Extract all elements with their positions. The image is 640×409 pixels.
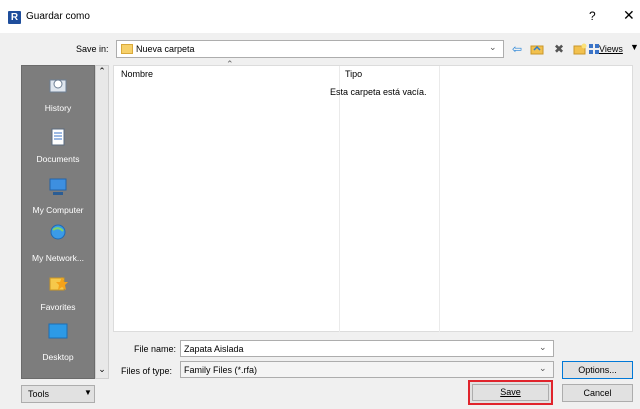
place-history-label[interactable]: History: [21, 103, 95, 113]
title-bar: [0, 0, 640, 33]
views-dropdown-arrow-icon[interactable]: ▼: [630, 42, 639, 52]
tools-button-label[interactable]: Tools: [28, 389, 49, 399]
folder-icon: [121, 44, 133, 54]
file-type-dropdown[interactable]: Family Files (*.rfa): [180, 361, 554, 378]
column-header-nombre[interactable]: Nombre: [121, 69, 153, 79]
history-icon[interactable]: [47, 76, 69, 94]
close-button[interactable]: ✕: [623, 7, 635, 24]
file-type-dropdown-icon[interactable]: ⌄: [539, 363, 547, 374]
delete-icon[interactable]: ✖: [550, 40, 568, 58]
sort-ascending-icon: ⌃: [226, 59, 234, 69]
tools-dropdown-icon[interactable]: ▼: [84, 388, 92, 397]
chevron-down-icon[interactable]: ⌄: [489, 42, 497, 53]
file-type-label: Files of type:: [121, 366, 173, 376]
window-title: Guardar como: [26, 11, 90, 22]
save-button[interactable]: Save: [472, 384, 549, 401]
column-divider: [339, 66, 340, 332]
column-header-tipo[interactable]: Tipo: [345, 69, 362, 79]
computer-icon[interactable]: [47, 178, 69, 196]
scroll-down-icon[interactable]: ⌄: [95, 364, 109, 375]
place-favorites-label[interactable]: Favorites: [21, 302, 95, 312]
place-documents-label[interactable]: Documents: [21, 154, 95, 164]
up-folder-icon[interactable]: [528, 40, 546, 58]
options-button[interactable]: Options...: [562, 361, 633, 379]
file-list[interactable]: [113, 65, 633, 332]
file-name-input[interactable]: Zapata Aislada: [180, 340, 554, 357]
file-name-dropdown-icon[interactable]: ⌄: [539, 342, 547, 353]
revit-app-icon: R: [8, 11, 21, 24]
place-my-network-label[interactable]: My Network...: [21, 253, 95, 263]
documents-icon[interactable]: [47, 128, 69, 146]
help-button[interactable]: ?: [589, 9, 596, 23]
save-in-value: Nueva carpeta: [136, 44, 195, 54]
save-in-label: Save in:: [76, 44, 109, 54]
column-divider: [439, 66, 440, 332]
views-menu-label[interactable]: Views: [599, 44, 623, 54]
back-icon[interactable]: ⇦: [508, 40, 526, 58]
scroll-up-icon[interactable]: ⌃: [95, 66, 109, 77]
network-icon[interactable]: [47, 223, 69, 241]
cancel-button[interactable]: Cancel: [562, 384, 633, 402]
empty-folder-message: Esta carpeta está vacía.: [330, 87, 427, 97]
favorites-icon[interactable]: [47, 274, 69, 292]
place-my-computer-label[interactable]: My Computer: [21, 205, 95, 215]
file-name-label: File name:: [134, 344, 177, 354]
place-desktop-label[interactable]: Desktop: [21, 352, 95, 362]
places-scrollbar[interactable]: [95, 65, 109, 379]
desktop-icon[interactable]: [47, 322, 69, 340]
